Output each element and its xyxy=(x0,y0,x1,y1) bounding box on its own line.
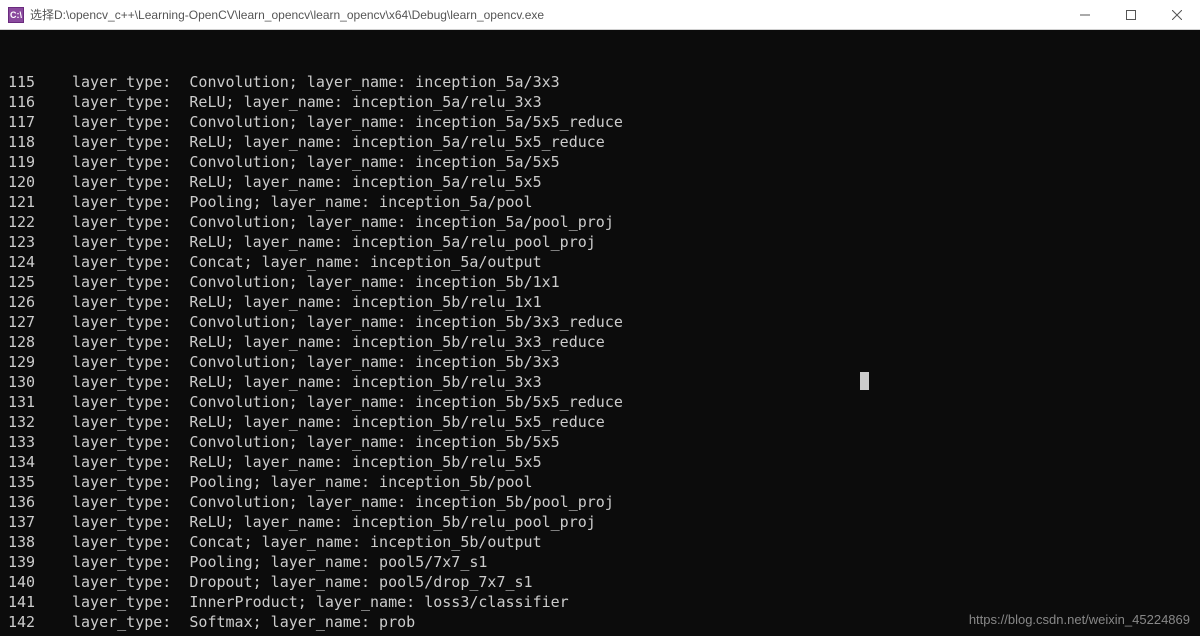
line-number: 139 xyxy=(8,552,72,572)
titlebar[interactable]: C:\ 选择D:\opencv_c++\Learning-OpenCV\lear… xyxy=(0,0,1200,30)
line-number: 142 xyxy=(8,612,72,632)
line-text: layer_type: Convolution; layer_name: inc… xyxy=(72,153,560,171)
console-line: 132layer_type: ReLU; layer_name: incepti… xyxy=(8,412,1192,432)
minimize-icon xyxy=(1080,10,1090,20)
console-line: 135layer_type: Pooling; layer_name: ince… xyxy=(8,472,1192,492)
line-text: layer_type: ReLU; layer_name: inception_… xyxy=(72,453,542,471)
console-line: 126layer_type: ReLU; layer_name: incepti… xyxy=(8,292,1192,312)
line-text: layer_type: Concat; layer_name: inceptio… xyxy=(72,533,542,551)
console-line: 130layer_type: ReLU; layer_name: incepti… xyxy=(8,372,1192,392)
close-button[interactable] xyxy=(1154,0,1200,29)
console-line: 129layer_type: Convolution; layer_name: … xyxy=(8,352,1192,372)
console-output[interactable]: 115layer_type: Convolution; layer_name: … xyxy=(0,30,1200,636)
console-line: 140layer_type: Dropout; layer_name: pool… xyxy=(8,572,1192,592)
close-icon xyxy=(1172,10,1182,20)
line-text: layer_type: ReLU; layer_name: inception_… xyxy=(72,373,542,391)
line-number: 116 xyxy=(8,92,72,112)
console-line: 138layer_type: Concat; layer_name: incep… xyxy=(8,532,1192,552)
console-line: 133layer_type: Convolution; layer_name: … xyxy=(8,432,1192,452)
line-text: layer_type: Pooling; layer_name: incepti… xyxy=(72,473,533,491)
line-number: 127 xyxy=(8,312,72,332)
console-line: 136layer_type: Convolution; layer_name: … xyxy=(8,492,1192,512)
line-text: layer_type: Convolution; layer_name: inc… xyxy=(72,73,560,91)
line-number: 121 xyxy=(8,192,72,212)
line-text: layer_type: InnerProduct; layer_name: lo… xyxy=(72,593,569,611)
console-line: 121layer_type: Pooling; layer_name: ince… xyxy=(8,192,1192,212)
console-line: 137layer_type: ReLU; layer_name: incepti… xyxy=(8,512,1192,532)
line-number: 128 xyxy=(8,332,72,352)
console-line: 125layer_type: Convolution; layer_name: … xyxy=(8,272,1192,292)
line-text: layer_type: Convolution; layer_name: inc… xyxy=(72,113,623,131)
console-line: 141layer_type: InnerProduct; layer_name:… xyxy=(8,592,1192,612)
window-controls xyxy=(1062,0,1200,29)
window-title: 选择D:\opencv_c++\Learning-OpenCV\learn_op… xyxy=(30,6,1062,23)
line-text: layer_type: Dropout; layer_name: pool5/d… xyxy=(72,573,533,591)
line-number: 134 xyxy=(8,452,72,472)
console-line: 139layer_type: Pooling; layer_name: pool… xyxy=(8,552,1192,572)
line-number: 124 xyxy=(8,252,72,272)
line-text: layer_type: ReLU; layer_name: inception_… xyxy=(72,333,605,351)
console-line: 116layer_type: ReLU; layer_name: incepti… xyxy=(8,92,1192,112)
line-number: 137 xyxy=(8,512,72,532)
line-text: layer_type: Convolution; layer_name: inc… xyxy=(72,313,623,331)
line-text: layer_type: Pooling; layer_name: pool5/7… xyxy=(72,553,487,571)
line-number: 122 xyxy=(8,212,72,232)
app-icon: C:\ xyxy=(8,7,24,23)
console-line: 134layer_type: ReLU; layer_name: incepti… xyxy=(8,452,1192,472)
console-line: 117layer_type: Convolution; layer_name: … xyxy=(8,112,1192,132)
line-text: layer_type: ReLU; layer_name: inception_… xyxy=(72,173,542,191)
line-text: layer_type: ReLU; layer_name: inception_… xyxy=(72,233,596,251)
line-text: layer_type: ReLU; layer_name: inception_… xyxy=(72,93,542,111)
console-line: 123layer_type: ReLU; layer_name: incepti… xyxy=(8,232,1192,252)
line-text: layer_type: Pooling; layer_name: incepti… xyxy=(72,193,533,211)
console-line: 118layer_type: ReLU; layer_name: incepti… xyxy=(8,132,1192,152)
console-line: 122layer_type: Convolution; layer_name: … xyxy=(8,212,1192,232)
console-lines-container: 115layer_type: Convolution; layer_name: … xyxy=(8,72,1192,632)
line-number: 126 xyxy=(8,292,72,312)
line-number: 130 xyxy=(8,372,72,392)
line-number: 141 xyxy=(8,592,72,612)
line-number: 119 xyxy=(8,152,72,172)
minimize-button[interactable] xyxy=(1062,0,1108,29)
console-line: 119layer_type: Convolution; layer_name: … xyxy=(8,152,1192,172)
console-line: 128layer_type: ReLU; layer_name: incepti… xyxy=(8,332,1192,352)
console-line: 127layer_type: Convolution; layer_name: … xyxy=(8,312,1192,332)
line-number: 125 xyxy=(8,272,72,292)
line-number: 120 xyxy=(8,172,72,192)
line-text: layer_type: ReLU; layer_name: inception_… xyxy=(72,293,542,311)
line-number: 133 xyxy=(8,432,72,452)
line-number: 138 xyxy=(8,532,72,552)
line-text: layer_type: ReLU; layer_name: inception_… xyxy=(72,133,605,151)
watermark-text: https://blog.csdn.net/weixin_45224869 xyxy=(969,610,1190,630)
console-line: 115layer_type: Convolution; layer_name: … xyxy=(8,72,1192,92)
maximize-button[interactable] xyxy=(1108,0,1154,29)
line-number: 131 xyxy=(8,392,72,412)
line-number: 129 xyxy=(8,352,72,372)
line-number: 117 xyxy=(8,112,72,132)
line-text: layer_type: Convolution; layer_name: inc… xyxy=(72,433,560,451)
line-number: 132 xyxy=(8,412,72,432)
line-text: layer_type: ReLU; layer_name: inception_… xyxy=(72,513,596,531)
line-text: layer_type: ReLU; layer_name: inception_… xyxy=(72,413,605,431)
line-number: 123 xyxy=(8,232,72,252)
line-text: layer_type: Concat; layer_name: inceptio… xyxy=(72,253,542,271)
console-line: 131layer_type: Convolution; layer_name: … xyxy=(8,392,1192,412)
line-text: layer_type: Convolution; layer_name: inc… xyxy=(72,273,560,291)
text-cursor xyxy=(860,372,869,390)
line-number: 136 xyxy=(8,492,72,512)
line-number: 115 xyxy=(8,72,72,92)
line-number: 140 xyxy=(8,572,72,592)
line-text: layer_type: Convolution; layer_name: inc… xyxy=(72,353,560,371)
console-line: 120layer_type: ReLU; layer_name: incepti… xyxy=(8,172,1192,192)
line-text: layer_type: Convolution; layer_name: inc… xyxy=(72,213,614,231)
maximize-icon xyxy=(1126,10,1136,20)
line-text: layer_type: Convolution; layer_name: inc… xyxy=(72,493,614,511)
line-number: 135 xyxy=(8,472,72,492)
line-text: layer_type: Convolution; layer_name: inc… xyxy=(72,393,623,411)
line-text: layer_type: Softmax; layer_name: prob xyxy=(72,613,415,631)
line-number: 118 xyxy=(8,132,72,152)
console-line: 124layer_type: Concat; layer_name: incep… xyxy=(8,252,1192,272)
